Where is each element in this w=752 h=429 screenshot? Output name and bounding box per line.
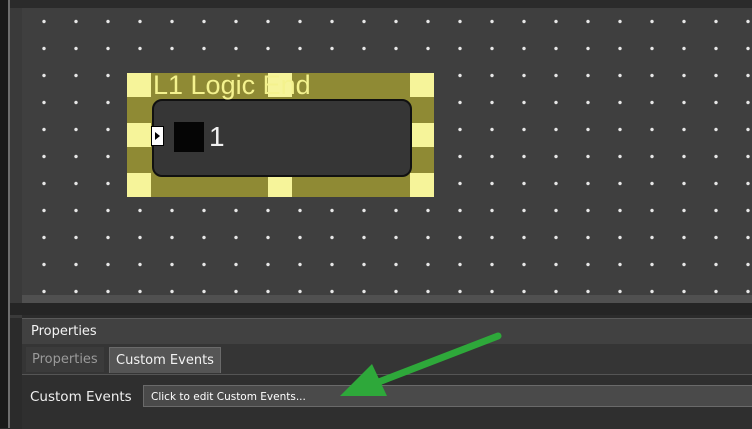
resize-handle-top-right[interactable] (410, 73, 434, 97)
resize-handle-middle-right[interactable] (410, 123, 434, 147)
block-title: L1 Logic End (153, 70, 311, 100)
custom-events-edit-field[interactable]: Click to edit Custom Events... (143, 385, 752, 407)
custom-events-label: Custom Events (30, 389, 132, 405)
resize-handle-top-left[interactable] (127, 73, 151, 97)
window-left-edge (0, 0, 8, 428)
canvas-top-gap (10, 0, 752, 8)
properties-tab-strip: Properties Custom Events (22, 344, 752, 374)
canvas-scroll-area-bottom (22, 295, 752, 303)
tab-custom-events[interactable]: Custom Events (109, 347, 221, 373)
custom-events-row: Custom Events Click to edit Custom Event… (22, 374, 752, 429)
input-port-icon[interactable] (151, 126, 164, 146)
block-state-indicator (174, 122, 204, 152)
properties-panel-header: Properties (22, 318, 752, 345)
resize-handle-bottom-right[interactable] (410, 173, 434, 197)
resize-handle-middle-left[interactable] (127, 123, 151, 147)
properties-panel-title: Properties (31, 324, 97, 339)
block-number: 1 (209, 121, 225, 152)
resize-handle-bottom-left[interactable] (127, 173, 151, 197)
panel-splitter[interactable] (10, 303, 752, 315)
tab-properties[interactable]: Properties (26, 347, 104, 372)
canvas-left-gutter (10, 0, 22, 318)
